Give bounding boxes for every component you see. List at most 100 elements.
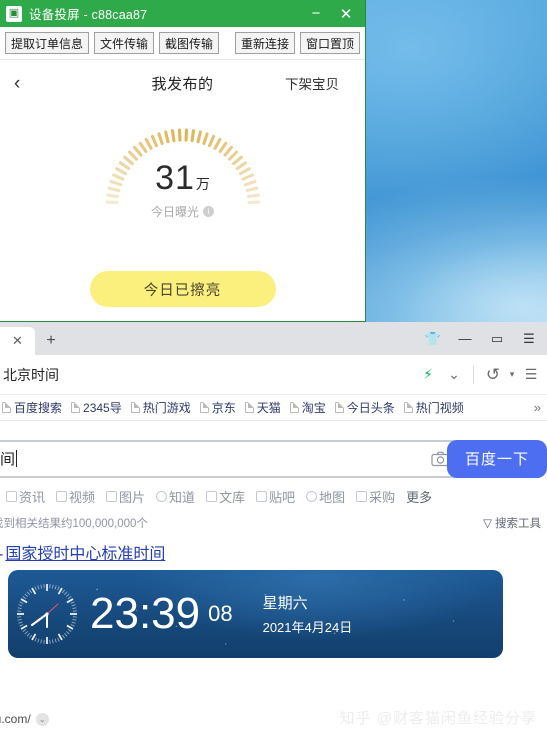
nav-tab-label: 图片 — [119, 490, 146, 505]
mirror-toolbar: 提取订单信息 文件传输 截图传输 重新连接 窗口置顶 — [0, 27, 365, 60]
nav-tab-more[interactable]: 更多 — [406, 487, 432, 506]
nav-tab-wenku[interactable]: 文库 — [206, 487, 245, 506]
browser-menu-icon[interactable]: ☰ — [513, 324, 545, 354]
browser-main-menu-icon[interactable]: ☰ — [519, 361, 543, 389]
delisted-items-link[interactable]: 下架宝贝 — [285, 73, 351, 93]
search-tools-button[interactable]: ▽ 搜索工具 — [483, 515, 541, 531]
exposure-gauge: 31万 今日曝光 i — [88, 111, 278, 261]
bookmark-item[interactable]: 2345导 — [71, 399, 122, 416]
bookmark-label: 百度搜索 — [14, 401, 63, 415]
result-url[interactable]: du.com/ ⌄ — [0, 712, 49, 726]
result-separator: - — [0, 546, 3, 564]
page-icon — [334, 402, 344, 413]
nav-tab-news[interactable]: 资讯 — [6, 487, 45, 506]
search-row: 间 百度一下 — [0, 421, 547, 479]
chevron-down-icon[interactable]: ⌄ — [35, 712, 49, 726]
bookmark-item[interactable]: 淘宝 — [289, 399, 326, 416]
image-icon — [106, 491, 118, 502]
result-count: 找到相关结果约100,000,000个 — [0, 518, 148, 530]
bookmark-label: 热门游戏 — [142, 401, 191, 415]
gauge-value-row: 31万 — [88, 159, 278, 198]
bookmark-label: 天猫 — [256, 401, 281, 415]
file-transfer-button[interactable]: 文件传输 — [94, 32, 155, 54]
question-icon — [156, 491, 168, 502]
browser-window-controls: 👕 — ▭ ☰ — [417, 322, 547, 355]
nav-tab-label: 资讯 — [19, 490, 46, 505]
minimize-button[interactable]: − — [301, 2, 331, 26]
skin-icon[interactable]: 👕 — [417, 324, 449, 354]
bookmark-item[interactable]: 今日头条 — [334, 399, 395, 416]
reconnect-button[interactable]: 重新连接 — [234, 32, 295, 54]
address-input[interactable]: 北京时间 — [0, 365, 59, 385]
nav-tab-label: 采购 — [369, 490, 396, 505]
nav-tab-zhidao[interactable]: 知道 — [156, 487, 195, 506]
clock-time: 23:39 — [90, 589, 201, 638]
baidu-search-button[interactable]: 百度一下 — [447, 439, 547, 478]
info-icon[interactable]: i — [203, 206, 214, 217]
browser-tab[interactable]: ✕ — [0, 327, 35, 355]
tab-close-icon[interactable]: ✕ — [12, 333, 23, 349]
gauge-center: 31万 今日曝光 i — [88, 159, 278, 220]
refresh-icon[interactable]: ↺ — [481, 361, 505, 389]
browser-minimize-button[interactable]: — — [449, 324, 481, 354]
window-title: 设备投屏 - c88caa87 — [29, 8, 148, 22]
bookmark-item[interactable]: 京东 — [199, 399, 236, 416]
bookmarks-overflow-button[interactable]: » — [534, 400, 545, 415]
nav-tab-label: 知道 — [169, 490, 196, 505]
page-icon — [2, 402, 11, 413]
text-caret — [16, 450, 18, 467]
result-link-text: 国家授时中心标准时间 — [5, 546, 166, 563]
browser-maximize-button[interactable]: ▭ — [481, 324, 513, 354]
pin-window-button[interactable]: 窗口置顶 — [299, 32, 360, 54]
bookmarks-bar: 百度搜索 2345导 热门游戏 京东 天猫 淘宝 今日头条 热门视频 » — [0, 395, 547, 421]
search-input[interactable]: 间 — [0, 439, 457, 478]
clock-date-block: 星期六 2021年4月24日 — [263, 592, 353, 636]
baidu-search-page: 间 百度一下 资讯 视频 图片 知道 文库 贴吧 地图 采购 更多 找到相关结果… — [0, 421, 547, 734]
result-url-text: du.com/ — [0, 712, 31, 726]
bookmark-label: 京东 — [211, 401, 236, 415]
nav-tab-purchase[interactable]: 采购 — [356, 487, 395, 506]
nav-tab-images[interactable]: 图片 — [106, 487, 145, 506]
page-icon — [244, 402, 254, 413]
filter-icon: ▽ — [483, 518, 492, 530]
nav-tab-video[interactable]: 视频 — [56, 487, 95, 506]
polish-today-button[interactable]: 今日已擦亮 — [89, 271, 276, 307]
screen-root: ▣ 设备投屏 - c88caa87 − ✕ 提取订单信息 文件传输 截图传输 重… — [0, 0, 547, 734]
bookmark-item[interactable]: 百度搜索 — [2, 399, 62, 416]
search-result-title[interactable]: 间 - 国家授时中心标准时间 — [0, 540, 547, 564]
phone-app-header: ‹ 我发布的 下架宝贝 — [14, 60, 351, 106]
window-titlebar: ▣ 设备投屏 - c88caa87 − ✕ — [0, 0, 365, 27]
new-tab-button[interactable]: + — [35, 327, 67, 355]
nav-tab-label: 更多 — [406, 490, 433, 505]
bookmark-label: 淘宝 — [301, 401, 326, 415]
video-icon — [56, 491, 68, 502]
bookmark-item[interactable]: 热门游戏 — [130, 399, 191, 416]
lightning-icon[interactable]: ⚡ — [416, 361, 440, 389]
extract-order-info-button[interactable]: 提取订单信息 — [5, 32, 90, 54]
nav-tab-map[interactable]: 地图 — [306, 487, 345, 506]
browser-addressbar: 北京时间 ⚡ ⌄ ↺ ▾ ☰ — [0, 355, 547, 395]
bookmark-item[interactable]: 热门视频 — [403, 399, 464, 416]
nav-tab-tieba[interactable]: 贴吧 — [256, 487, 295, 506]
page-icon — [289, 402, 299, 413]
search-input-value: 间 — [0, 451, 16, 468]
nav-tab-label: 视频 — [69, 490, 96, 505]
addressbar-actions: ⚡ ⌄ ↺ ▾ ☰ — [416, 361, 543, 389]
nav-tab-label: 地图 — [319, 490, 346, 505]
document-icon — [206, 491, 218, 502]
addressbar-divider — [473, 365, 474, 384]
search-tools-label: 搜索工具 — [495, 518, 541, 530]
page-icon — [130, 402, 140, 413]
close-button[interactable]: ✕ — [331, 2, 361, 26]
page-icon — [71, 402, 81, 413]
result-stats-bar: 找到相关结果约100,000,000个 ▽ 搜索工具 — [0, 506, 547, 531]
refresh-dropdown-icon[interactable]: ▾ — [507, 361, 517, 389]
screenshot-transfer-button[interactable]: 截图传输 — [159, 32, 220, 54]
clock-widget: 23:39 08 星期六 2021年4月24日 — [8, 570, 503, 658]
forum-icon — [256, 491, 268, 502]
chevron-down-icon[interactable]: ⌄ — [442, 361, 466, 389]
device-cast-icon: ▣ — [6, 5, 22, 22]
bookmark-item[interactable]: 天猫 — [244, 399, 281, 416]
watermark: 知乎 @财客猫闲鱼经验分享 — [339, 710, 537, 727]
gauge-value: 31 — [155, 159, 195, 197]
